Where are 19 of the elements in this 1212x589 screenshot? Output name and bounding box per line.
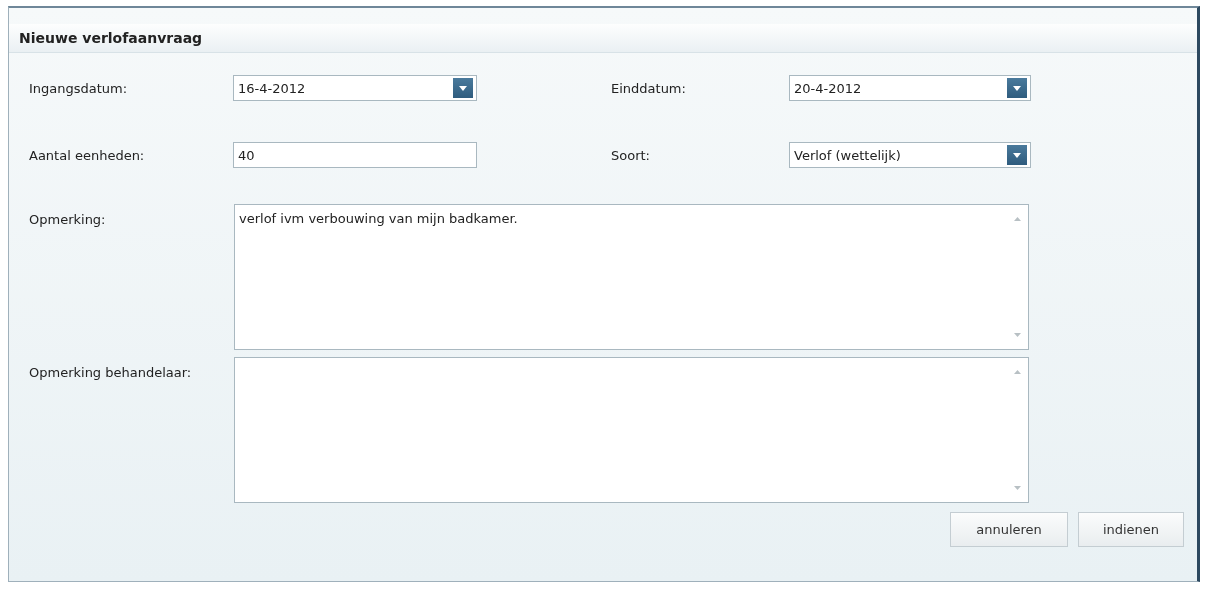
dropdown-field[interactable]: Verlof (wettelijk) xyxy=(789,142,1031,168)
dialog-button[interactable]: annuleren xyxy=(950,512,1068,547)
field-label: Ingangsdatum: xyxy=(29,80,129,96)
field-label: Soort: xyxy=(611,147,651,163)
field-label: Opmerking: xyxy=(29,211,107,229)
dialog-title: Nieuwe verlofaanvraag xyxy=(9,24,1197,53)
dialog-button[interactable]: indienen xyxy=(1078,512,1184,547)
input-field[interactable]: 40 xyxy=(233,142,477,168)
scroll-down-icon[interactable] xyxy=(1013,486,1021,490)
scroll-down-icon[interactable] xyxy=(1013,333,1021,337)
field-label: Aantal eenheden: xyxy=(29,147,146,163)
field-label: Einddatum: xyxy=(611,80,687,96)
dropdown-field[interactable]: 20-4-2012 xyxy=(789,75,1031,101)
dropdown-field[interactable]: 16-4-2012 xyxy=(233,75,477,101)
text-area[interactable]: verlof ivm verbouwing van mijn badkamer. xyxy=(234,204,1029,350)
field-label: Opmerking behandelaar: xyxy=(29,364,193,382)
text-area[interactable] xyxy=(234,357,1029,503)
scroll-up-icon[interactable] xyxy=(1013,370,1021,374)
scroll-up-icon[interactable] xyxy=(1013,217,1021,221)
